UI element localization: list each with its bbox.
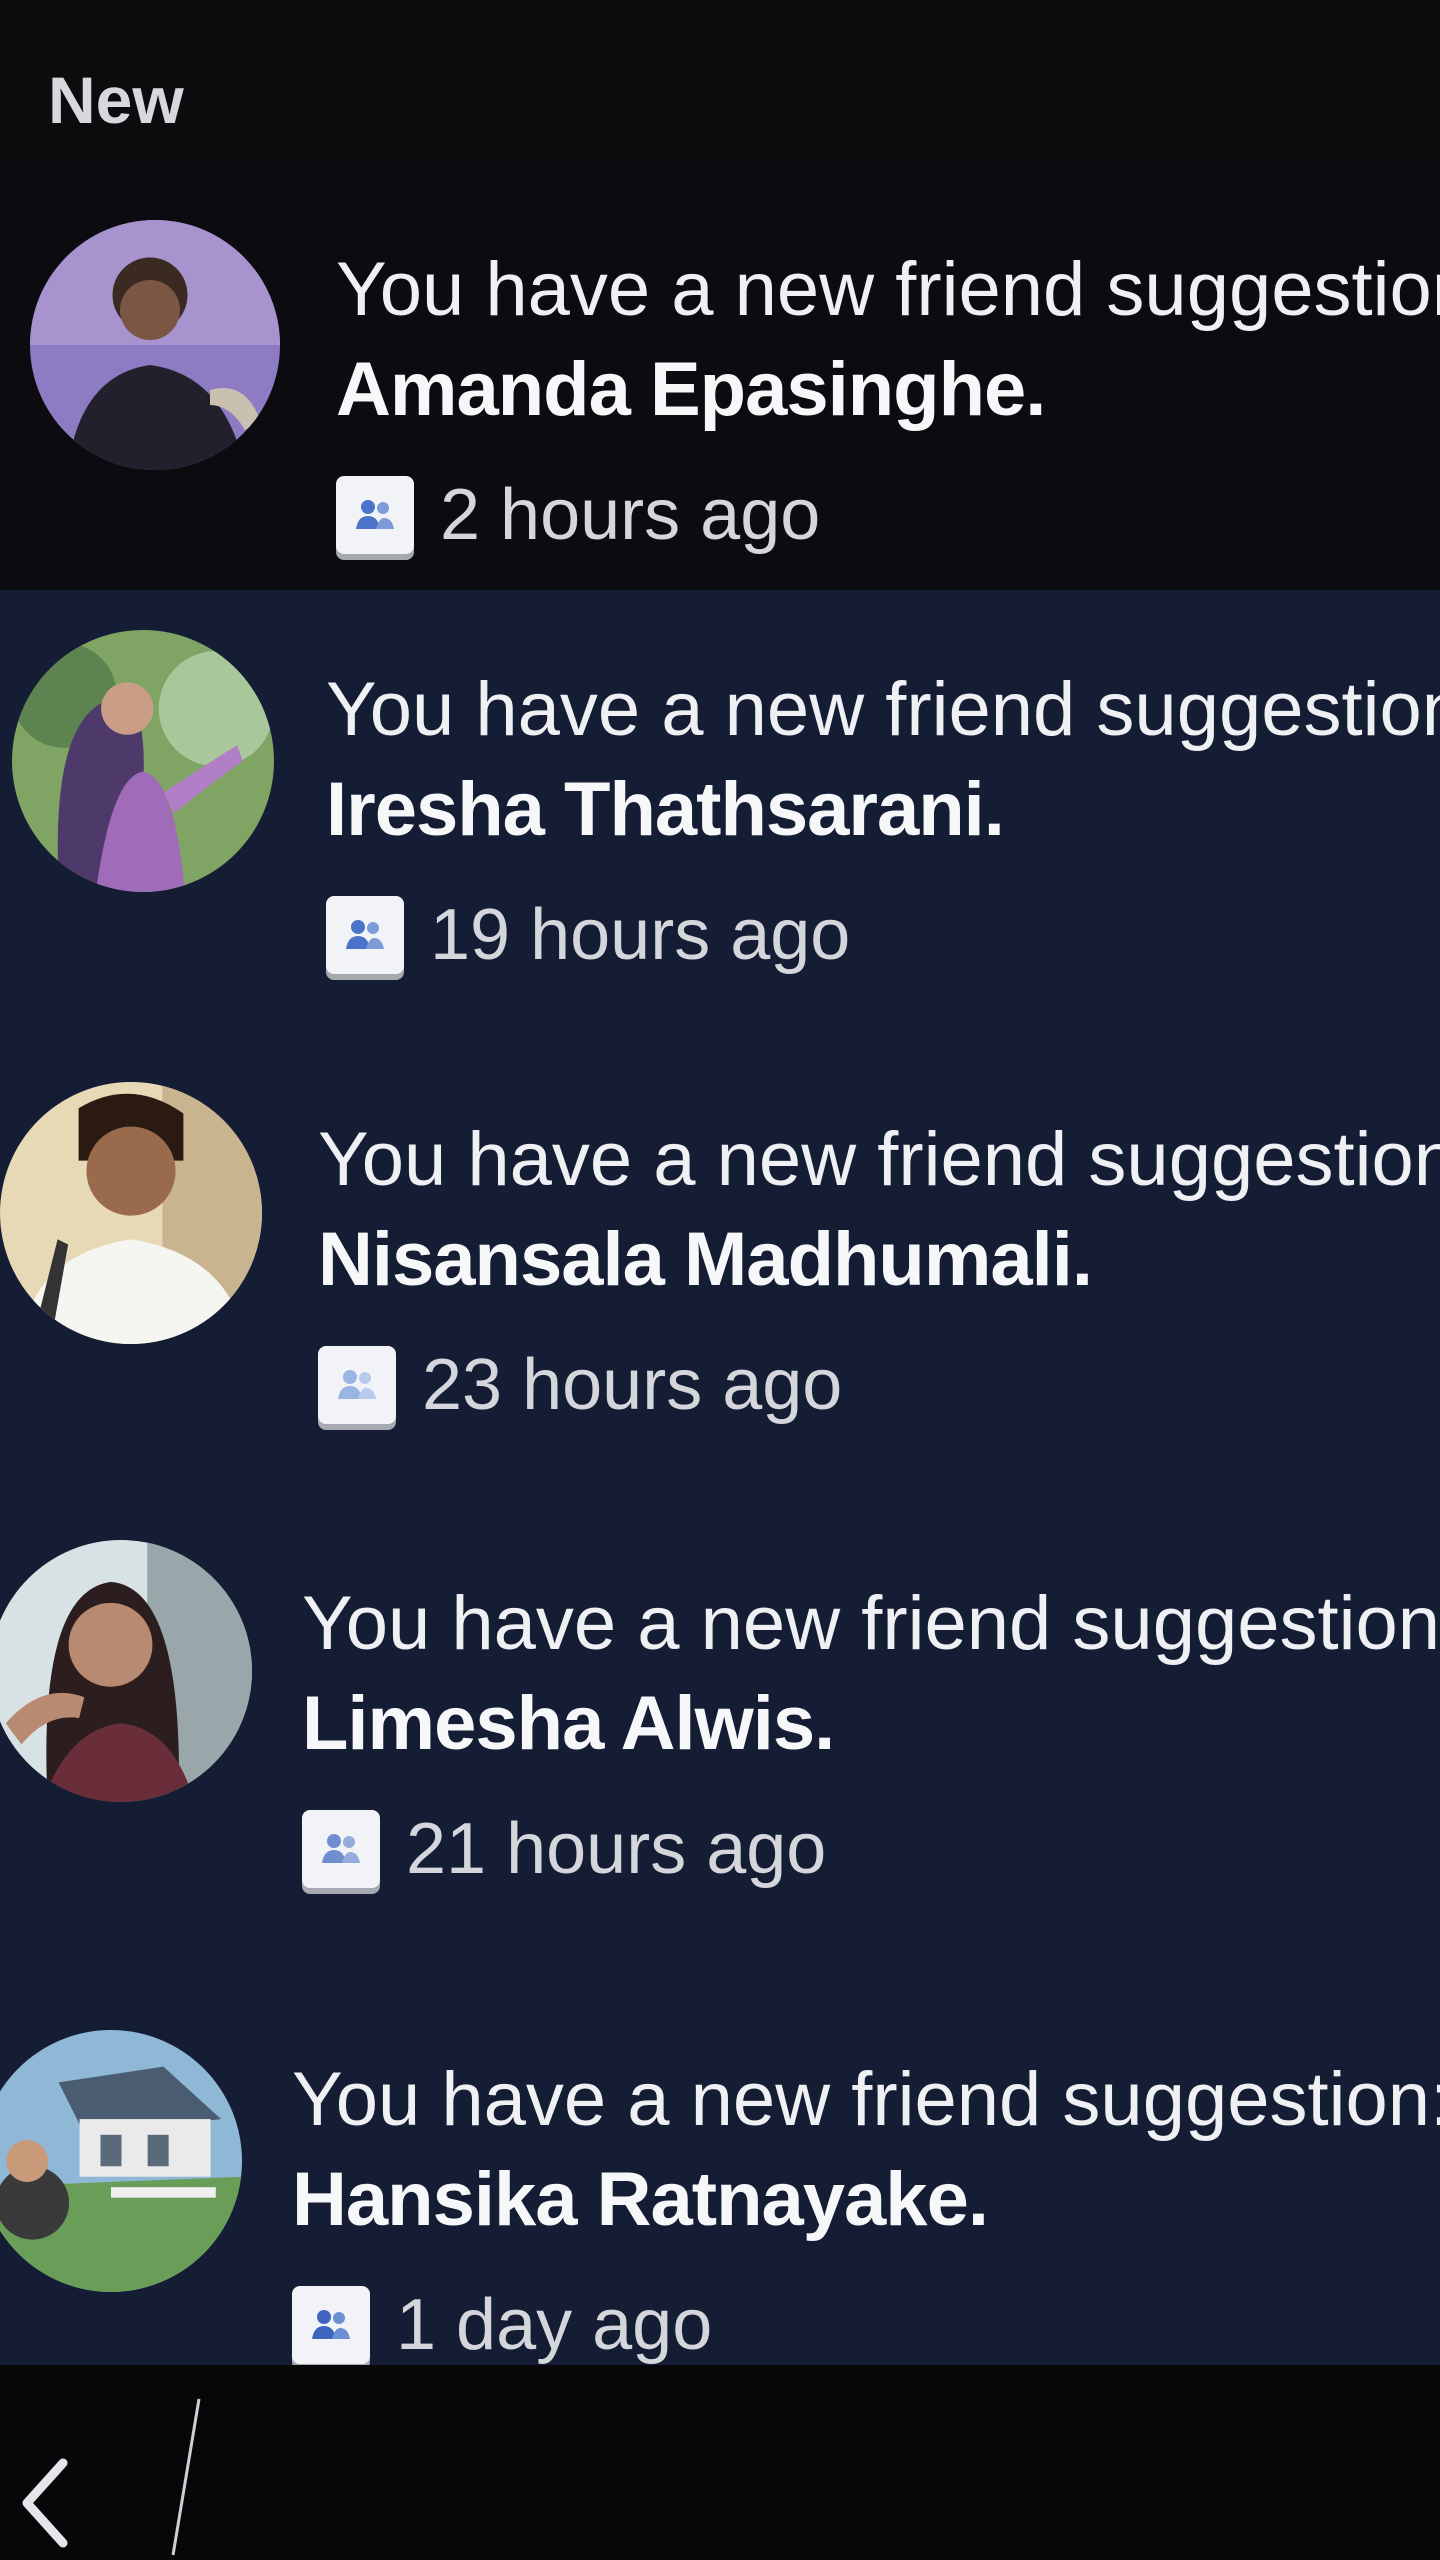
people-icon xyxy=(302,1810,380,1888)
notification-message: You have a new friend suggestion: xyxy=(302,1581,1440,1666)
avatar[interactable] xyxy=(0,1082,262,1344)
notification-item-1[interactable]: You have a new friend suggestion: Amanda… xyxy=(0,160,1440,620)
notification-message: You have a new friend suggestion: xyxy=(292,2057,1440,2142)
notification-message: You have a new friend suggestion: xyxy=(326,667,1440,752)
avatar[interactable] xyxy=(0,1540,252,1802)
bottom-navigation-bar xyxy=(0,2365,1440,2560)
chevron-left-icon xyxy=(22,2458,68,2547)
section-title: New xyxy=(48,63,184,137)
suggested-friend-name: Limesha Alwis. xyxy=(302,1681,835,1766)
avatar[interactable] xyxy=(12,630,274,892)
notification-meta: 1 day ago xyxy=(292,2270,1440,2370)
notification-time: 21 hours ago xyxy=(406,1809,827,1889)
people-icon xyxy=(326,896,404,974)
notification-meta: 19 hours ago xyxy=(326,880,1440,990)
suggested-friend-name: Iresha Thathsarani. xyxy=(326,767,1005,852)
notification-text: You have a new friend suggestion: Amanda… xyxy=(336,240,1440,570)
suggested-friend-name: Amanda Epasinghe. xyxy=(336,347,1046,432)
notification-meta: 21 hours ago xyxy=(302,1794,1440,1904)
people-icon xyxy=(318,1346,396,1424)
avatar[interactable] xyxy=(30,220,280,470)
avatar[interactable] xyxy=(0,2030,242,2292)
notification-item-4[interactable]: You have a new friend suggestion: Limesh… xyxy=(0,1494,1440,1974)
notification-time: 19 hours ago xyxy=(430,895,851,975)
avatar-photo xyxy=(0,1082,262,1344)
back-button[interactable] xyxy=(0,2445,90,2560)
notification-meta: 23 hours ago xyxy=(318,1330,1440,1440)
avatar-photo xyxy=(12,630,274,892)
people-icon xyxy=(336,476,414,554)
suggested-friend-name: Nisansala Madhumali. xyxy=(318,1217,1093,1302)
notification-text: You have a new friend suggestion: Nisans… xyxy=(318,1110,1440,1440)
people-icon xyxy=(292,2286,370,2364)
avatar-photo xyxy=(0,2030,242,2292)
nav-divider xyxy=(171,2398,201,2556)
notification-message: You have a new friend suggestion: xyxy=(318,1117,1440,1202)
notifications-screen: New You have a new friend suggestion: Am… xyxy=(0,0,1440,2560)
notification-time: 23 hours ago xyxy=(422,1345,843,1425)
avatar-photo xyxy=(30,220,280,470)
notification-time: 2 hours ago xyxy=(440,475,821,555)
avatar-photo xyxy=(0,1540,252,1802)
notification-item-5[interactable]: You have a new friend suggestion: Hansik… xyxy=(0,1970,1440,2370)
notification-item-3[interactable]: You have a new friend suggestion: Nisans… xyxy=(0,1042,1440,1497)
suggested-friend-name: Hansika Ratnayake. xyxy=(292,2157,989,2242)
notification-item-2[interactable]: You have a new friend suggestion: Iresha… xyxy=(0,590,1440,1045)
notification-text: You have a new friend suggestion: Hansik… xyxy=(292,2050,1440,2370)
notification-text: You have a new friend suggestion: Limesh… xyxy=(302,1574,1440,1904)
notification-time: 1 day ago xyxy=(396,2285,713,2365)
notification-message: You have a new friend suggestion: xyxy=(336,247,1440,332)
notification-text: You have a new friend suggestion: Iresha… xyxy=(326,660,1440,990)
notification-meta: 2 hours ago xyxy=(336,460,1440,570)
